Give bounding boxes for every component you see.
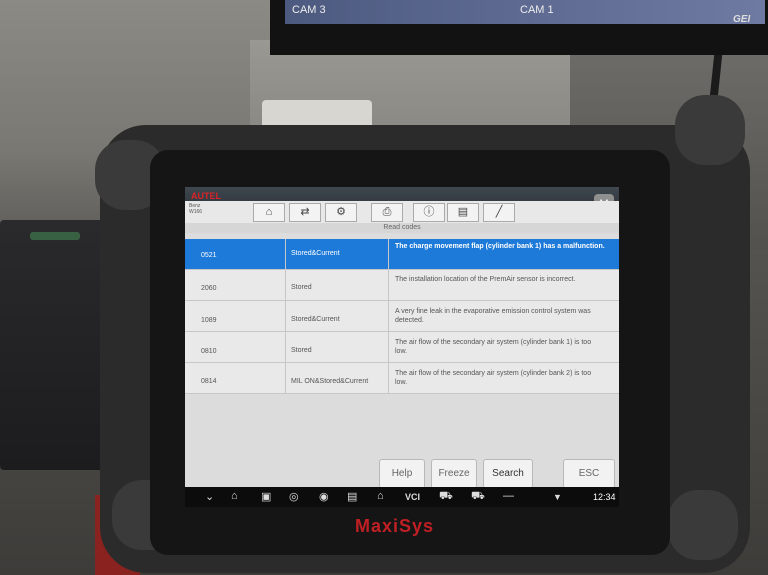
bumper-corner-tr [675,95,745,165]
table-row[interactable]: 0521 Stored&Current The charge movement … [185,239,619,270]
table-row[interactable]: 0810 Stored The air flow of the secondar… [185,332,619,363]
row-status: Stored [291,284,312,291]
search-button[interactable]: Search [483,459,533,489]
table-row[interactable]: 2060 Stored The installation location of… [185,270,619,301]
row-description: The air flow of the secondary air system… [395,339,592,355]
row-status: Stored&Current [291,250,340,257]
breadcrumb: Benz W166 [189,203,203,215]
desk-led [30,232,80,240]
table-row[interactable]: 1089 Stored&Current A very fine leak in … [185,301,619,332]
garage-icon[interactable]: ⌂ [377,490,384,502]
home-icon[interactable]: ⌂ [253,203,285,222]
recent-apps-icon[interactable]: ▣ [261,490,271,503]
freeze-button[interactable]: Freeze [431,459,477,489]
autel-logo: AUTEL [191,191,221,201]
print-icon[interactable]: ⎙ [371,203,403,222]
tablet-screen: AUTEL M Benz W166 ⌂ ⇄ ⚙ ⎙ ⓘ ▤ ╱ Read cod… [185,187,619,507]
monitor-cam-right: CAM 1 [520,4,554,16]
row-description: A very fine leak in the evaporative emis… [395,308,591,324]
display-icon[interactable]: ▤ [347,490,357,503]
car-service-icon[interactable]: ⛟ [471,490,485,504]
help-icon[interactable]: ⓘ [413,203,445,222]
row-code: 0810 [201,348,217,355]
vci-icon[interactable]: VCI [405,492,420,502]
minus-icon[interactable]: — [503,490,514,502]
row-code: 1089 [201,317,217,324]
row-description: The charge movement flap (cylinder bank … [395,243,605,250]
status-clock: 12:34 [593,492,616,502]
car-icon[interactable]: ⛟ [439,490,453,504]
wifi-icon: ▼ [553,492,562,502]
collapse-icon[interactable]: ⌄ [205,490,214,503]
row-code: 0814 [201,378,217,385]
row-description: The installation location of the PremAir… [395,276,576,283]
screen-title: Read codes [185,223,619,233]
brand-label: MaxiSys [355,516,435,536]
browser-icon[interactable]: ◎ [289,490,299,503]
vehicle-swap-icon[interactable]: ⇄ [289,203,321,222]
camera-icon[interactable]: ◉ [319,490,329,503]
edit-icon[interactable]: ╱ [483,203,515,222]
settings-icon[interactable]: ⚙ [325,203,357,222]
table-row[interactable]: 0814 MIL ON&Stored&Current The air flow … [185,363,619,394]
monitor-cam-left: CAM 3 [292,4,326,16]
row-status: Stored&Current [291,316,340,323]
row-code: 2060 [201,285,217,292]
esc-button[interactable]: ESC [563,459,615,489]
row-code: 0521 [201,252,217,259]
row-status: Stored [291,347,312,354]
row-description: The air flow of the secondary air system… [395,370,592,386]
monitor-corner-text: GEI [733,14,751,25]
save-icon[interactable]: ▤ [447,203,479,222]
row-status: MIL ON&Stored&Current [291,378,369,385]
system-nav-bar: ⌄ ⌂ ▣ ◎ ◉ ▤ ⌂ VCI ⛟ ⛟ — ▼ 12:34 [185,487,619,507]
home-nav-icon[interactable]: ⌂ [231,490,238,502]
bumper-corner-br [668,490,738,560]
help-button[interactable]: Help [379,459,425,489]
